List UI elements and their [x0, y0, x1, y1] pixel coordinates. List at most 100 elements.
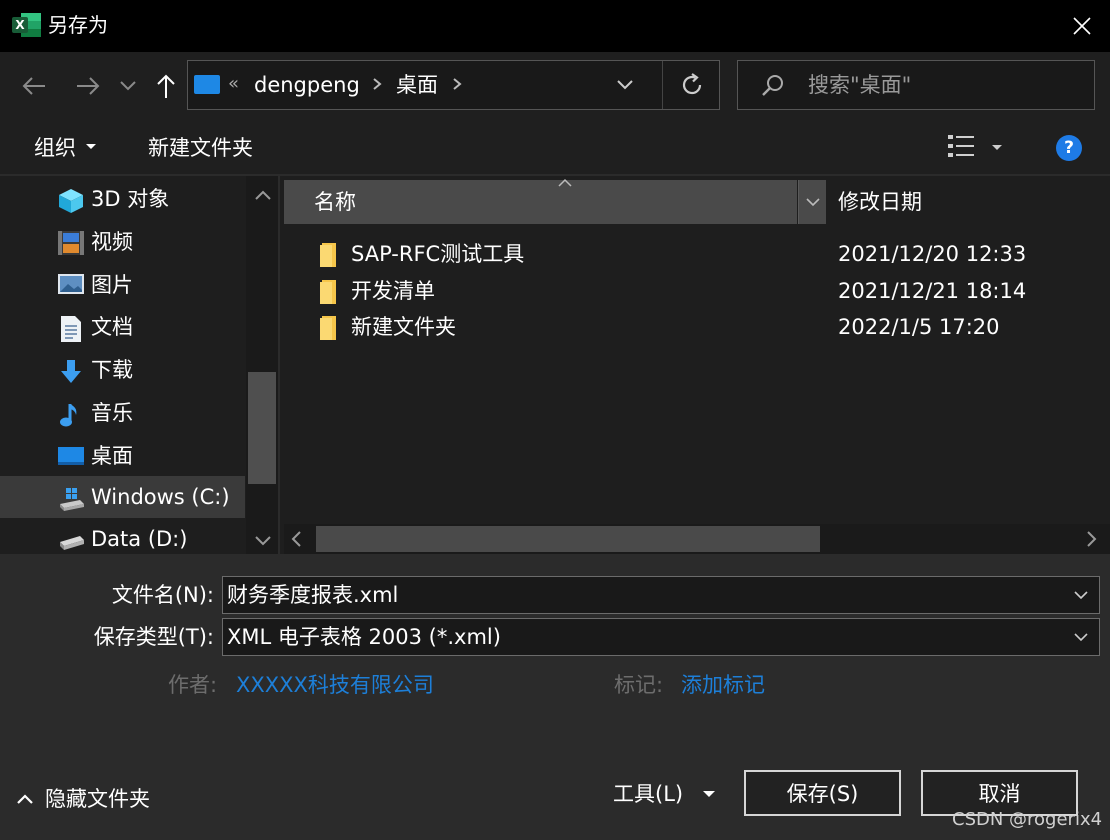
windows-drive-icon — [58, 486, 84, 511]
navigation-pane: 3D 对象 视频 图片 文档 下载 音乐 桌面 Windows (C:) Dat… — [0, 176, 278, 554]
sidebar-item-documents[interactable]: 文档 — [0, 306, 245, 348]
caret-down-icon — [86, 144, 96, 149]
save-button[interactable]: 保存(S) — [744, 770, 901, 816]
file-date: 2021/12/21 18:14 — [838, 279, 1027, 303]
chevron-down-icon — [805, 198, 820, 207]
file-date: 2021/12/20 12:33 — [838, 242, 1027, 266]
filetype-value: XML 电子表格 2003 (*.xml) — [227, 625, 501, 649]
author-value-link[interactable]: XXXXX科技有限公司 — [236, 670, 434, 700]
file-row[interactable]: SAP-RFC测试工具 2021/12/20 12:33 — [300, 237, 1110, 273]
tags-label: 标记: — [614, 673, 664, 697]
picture-icon — [58, 274, 84, 296]
scroll-left-arrow-icon[interactable] — [290, 530, 302, 552]
author-label: 作者: — [168, 673, 218, 697]
folder-icon — [320, 316, 338, 340]
chevron-right-icon[interactable] — [372, 73, 382, 99]
window-title: 另存为 — [48, 13, 108, 37]
breadcrumb-desktop[interactable]: 桌面 — [396, 69, 438, 101]
document-icon — [58, 316, 84, 342]
forward-arrow-icon — [77, 77, 100, 95]
new-folder-button[interactable]: 新建文件夹 — [148, 134, 253, 162]
chevron-down-icon[interactable] — [1073, 587, 1089, 606]
filetype-label: 保存类型(T): — [93, 625, 214, 649]
chevron-up-icon[interactable] — [14, 784, 36, 818]
sidebar-item-label: 文档 — [91, 315, 133, 339]
file-row[interactable]: 开发清单 2021/12/21 18:14 — [300, 274, 1110, 310]
chevron-down-icon[interactable] — [1073, 629, 1089, 648]
file-name: SAP-RFC测试工具 — [351, 242, 525, 266]
svg-text:X: X — [15, 18, 25, 32]
sidebar-item-windows-c[interactable]: Windows (C:) — [0, 476, 245, 518]
address-dropdown-button[interactable] — [616, 73, 634, 99]
folder-icon — [320, 280, 338, 304]
scroll-up-arrow-icon[interactable] — [254, 186, 272, 205]
help-icon[interactable]: ? — [1056, 135, 1082, 161]
sidebar-item-downloads[interactable]: 下载 — [0, 349, 245, 391]
sidebar-item-label: 下载 — [91, 358, 133, 382]
command-bar: 组织 新建文件夹 — [0, 122, 1110, 174]
music-note-icon — [58, 402, 84, 427]
add-tags-link[interactable]: 添加标记 — [681, 670, 765, 700]
sidebar-item-label: 图片 — [91, 273, 133, 297]
view-dropdown-caret-icon[interactable] — [992, 145, 1002, 150]
desktop-icon — [58, 445, 84, 467]
filename-field[interactable]: 财务季度报表.xml — [222, 576, 1100, 614]
search-placeholder: 搜索"桌面" — [808, 73, 912, 97]
view-options-icon[interactable] — [948, 134, 974, 162]
file-name: 新建文件夹 — [351, 315, 456, 339]
chevron-down-icon — [617, 80, 633, 90]
sidebar-item-desktop[interactable]: 桌面 — [0, 435, 245, 477]
sidebar-item-label: Windows (C:) — [91, 485, 230, 509]
file-row[interactable]: 新建文件夹 2022/1/5 17:20 — [300, 310, 1110, 346]
tools-menu-button[interactable]: 工具(L) — [613, 779, 683, 809]
breadcrumb-user[interactable]: dengpeng — [254, 69, 360, 101]
scroll-right-arrow-icon[interactable] — [1086, 530, 1098, 552]
navigation-pane-scrollbar-thumb[interactable] — [248, 372, 276, 484]
cube-icon — [58, 188, 84, 213]
horizontal-scrollbar-thumb[interactable] — [316, 526, 820, 552]
column-header-label: 修改日期 — [838, 190, 922, 214]
scroll-down-arrow-icon[interactable] — [254, 532, 272, 551]
recent-locations-button[interactable] — [108, 66, 148, 106]
sidebar-item-label: Data (D:) — [91, 527, 188, 551]
watermark: CSDN @rogerix4 — [952, 809, 1103, 830]
close-button[interactable] — [1054, 0, 1110, 52]
file-name: 开发清单 — [351, 279, 435, 303]
excel-app-icon: X — [12, 12, 42, 38]
sidebar-item-videos[interactable]: 视频 — [0, 221, 245, 263]
sidebar-item-label: 视频 — [91, 230, 133, 254]
column-header-label: 名称 — [314, 190, 356, 214]
filename-label: 文件名(N): — [111, 583, 214, 607]
hide-folders-button[interactable]: 隐藏文件夹 — [45, 784, 150, 814]
drive-icon — [58, 528, 84, 550]
folder-icon — [320, 243, 338, 267]
column-header-date[interactable]: 修改日期 — [826, 180, 1110, 224]
sidebar-item-pictures[interactable]: 图片 — [0, 264, 245, 306]
sidebar-item-label: 桌面 — [91, 444, 133, 468]
back-arrow-icon — [22, 77, 45, 95]
title-bar — [0, 0, 1110, 52]
address-divider — [662, 61, 663, 109]
back-button[interactable] — [14, 66, 54, 106]
column-filter-button[interactable] — [798, 180, 826, 224]
sidebar-item-music[interactable]: 音乐 — [0, 392, 245, 434]
sort-ascending-icon — [556, 174, 574, 193]
organize-menu-button[interactable]: 组织 — [34, 134, 76, 162]
sidebar-item-3d-objects[interactable]: 3D 对象 — [0, 178, 245, 220]
desktop-icon — [194, 75, 220, 94]
search-box[interactable]: 搜索"桌面" — [737, 60, 1095, 110]
address-overflow[interactable]: « — [228, 73, 239, 94]
navigation-pane-scrollbar[interactable] — [246, 176, 278, 554]
filetype-select[interactable]: XML 电子表格 2003 (*.xml) — [222, 618, 1100, 656]
address-bar[interactable]: « dengpeng 桌面 — [187, 60, 720, 110]
column-header-name[interactable]: 名称 — [284, 178, 797, 224]
search-icon — [760, 73, 786, 103]
chevron-right-icon[interactable] — [452, 73, 462, 99]
up-button[interactable] — [146, 66, 186, 106]
chevron-down-icon — [120, 81, 136, 91]
refresh-button[interactable] — [676, 69, 708, 105]
file-date: 2022/1/5 17:20 — [838, 315, 1000, 339]
download-arrow-icon — [58, 359, 84, 383]
forward-button[interactable] — [68, 66, 108, 106]
caret-down-icon[interactable] — [703, 791, 715, 797]
